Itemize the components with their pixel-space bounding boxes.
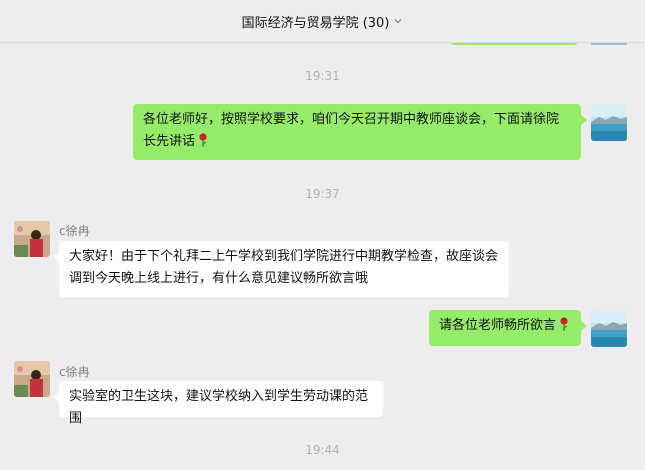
message-text: 实验室的卫生这块，建议学校纳入到学生劳动课的范围 [69,389,369,426]
rose-icon [197,132,209,156]
timestamp: 19:31 [305,69,340,83]
timestamp: 19:44 [305,443,340,457]
timestamp: 19:37 [305,187,340,201]
message-text: 大家好！由于下个礼拜二上午学校到我们学院进行中期教学检查，故座谈会调到今天晚上线… [69,249,499,286]
sender-avatar[interactable] [14,361,50,397]
self-avatar[interactable] [591,311,627,347]
chat-header: 国际经济与贸易学院 (30) [0,0,645,43]
outgoing-message-bubble[interactable]: 请各位老师畅所欲言 [429,310,587,346]
message-list[interactable]: 19:31 各位老师好，按照学校要求，咱们今天召开期中教师座谈会，下面请徐院长先… [0,39,645,470]
incoming-message-bubble[interactable]: 实验室的卫生这块，建议学校纳入到学生劳动课的范围 [53,381,383,426]
chat-window: 国际经济与贸易学院 (30) 19:31 各位老师好，按照学校要求，咱们今天召开… [0,0,645,470]
sender-avatar[interactable] [14,221,50,257]
sender-name: c徐冉 [59,365,90,379]
outgoing-message-bubble[interactable]: 各位老师好，按照学校要求，咱们今天召开期中教师座谈会，下面请徐院长先讲话 [133,104,587,160]
chevron-down-icon [393,16,403,26]
self-avatar[interactable] [591,105,627,141]
message-text: 请各位老师畅所欲言 [439,318,557,333]
sender-name: c徐冉 [59,224,90,238]
group-title-button[interactable]: 国际经济与贸易学院 (30) [242,12,404,31]
incoming-message-bubble[interactable]: 大家好！由于下个礼拜二上午学校到我们学院进行中期教学检查，故座谈会调到今天晚上线… [53,241,509,297]
group-title: 国际经济与贸易学院 (30) [241,15,390,31]
rose-icon [558,316,570,340]
